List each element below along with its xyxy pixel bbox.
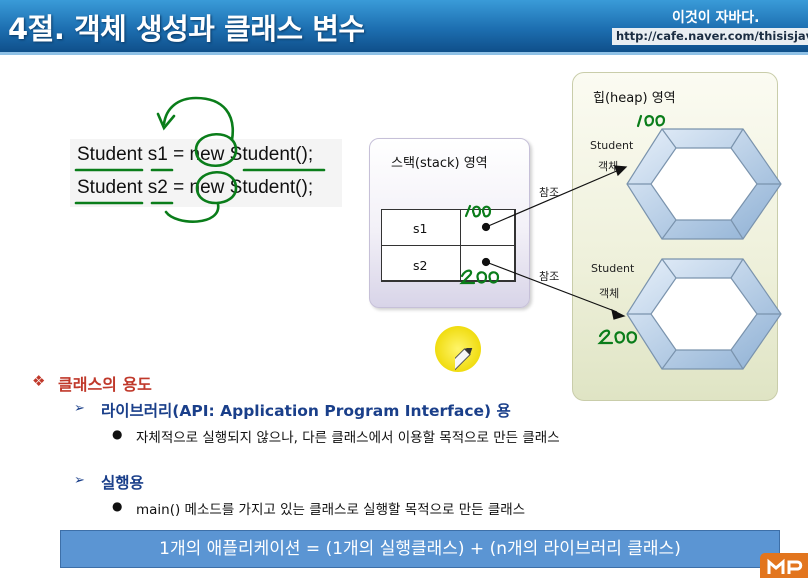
use-library-desc: 자체적으로 실행되지 않으나, 다른 클래스에서 이용할 목적으로 만든 클래스 [136, 430, 560, 446]
dot-bullet-icon: ● [112, 499, 123, 513]
code-equals: = [173, 177, 185, 198]
heap-title: 힙(heap) 영역 [593, 91, 676, 106]
page-title: 4절. 객체 생성과 클래스 변수 [8, 12, 365, 46]
heap-object-1-label: Student [590, 139, 634, 152]
pen-cursor-icon [455, 348, 473, 377]
annotation-loop-top [162, 96, 235, 142]
dot-bullet-icon: ● [112, 427, 123, 441]
stack-table [381, 209, 516, 282]
code-type: Student [77, 144, 143, 165]
watermark-glyph-icon [767, 558, 803, 574]
arrow-bullet-icon: ➢ [74, 473, 85, 488]
arrow-bullet-icon: ➢ [74, 401, 85, 416]
use-library-title: 라이브러리(API: Application Program Interface… [101, 402, 511, 420]
brand-url[interactable]: http://cafe.naver.com/thisisjava [612, 28, 808, 45]
reference-label-2: 참조 [539, 270, 560, 283]
use-executable-title: 실행용 [101, 474, 144, 492]
code-new-keyword: new [189, 144, 225, 165]
stack-cell-s2-ref [460, 245, 516, 282]
code-constructor: Student(); [229, 144, 314, 165]
annotation-arrow-head [156, 112, 176, 131]
use-executable-desc: main() 메소드를 가지고 있는 클래스로 실행할 목적으로 만든 클래스 [136, 502, 526, 518]
uses-heading: 클래스의 용도 [58, 375, 152, 394]
stack-title: 스택(stack) 영역 [391, 156, 488, 171]
formula-bar: 1개의 애플리케이션 = (1개의 실행클래스) + (n개의 라이브러리 클래… [60, 530, 780, 568]
reference-label-1: 참조 [539, 186, 560, 199]
code-type: Student [77, 177, 143, 198]
code-new-keyword: new [189, 177, 225, 198]
header-divider [0, 52, 808, 55]
brand-name: 이것이 자바다. [672, 10, 760, 26]
heap-object-2-label: Student [591, 262, 635, 275]
heap-area [572, 72, 778, 401]
diamond-bullet-icon: ❖ [32, 372, 46, 390]
code-equals: = [173, 144, 185, 165]
code-variable: s2 [147, 177, 168, 198]
code-variable: s1 [147, 144, 168, 165]
heap-object-2-kind: 객체 [599, 287, 620, 300]
code-line-2: Student s2 = new Student(); [77, 177, 313, 199]
heap-object-1-kind: 객체 [598, 160, 619, 173]
stack-cell-s1-ref [460, 209, 516, 246]
code-line-1: Student s1 = new Student(); [77, 144, 313, 166]
stack-var-s1: s1 [413, 221, 428, 236]
code-constructor: Student(); [229, 177, 314, 198]
stack-var-s2: s2 [413, 258, 428, 273]
